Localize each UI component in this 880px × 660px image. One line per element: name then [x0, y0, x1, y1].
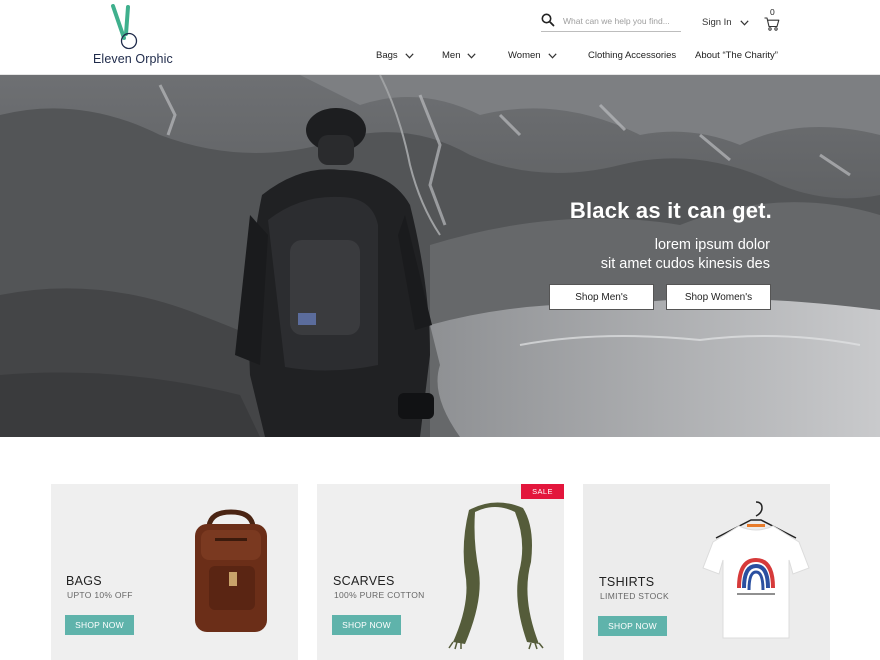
scarf-icon [448, 502, 544, 650]
cart-count-badge: 0 [770, 7, 775, 17]
nav-item-clothing-accessories[interactable]: Clothing Accessories [588, 50, 676, 61]
card-title: TSHIRTS [599, 575, 655, 589]
nav-item-label: About “The Charity” [695, 50, 778, 61]
card-subtitle: UPTO 10% OFF [67, 590, 133, 600]
site-header: Eleven Orphic Sign In 0 Bags Men [0, 0, 880, 75]
logo-mark-icon [111, 4, 138, 50]
hero-subtitle: lorem ipsum dolor sit amet cudos kinesis… [460, 236, 770, 274]
chevron-down-icon [467, 52, 477, 59]
hero-banner: Black as it can get. lorem ipsum dolor s… [0, 75, 880, 437]
cart-button[interactable]: 0 [763, 7, 783, 32]
nav-item-label: Men [442, 50, 461, 61]
card-subtitle: LIMITED STOCK [600, 591, 669, 601]
card-subtitle: 100% PURE COTTON [334, 590, 425, 600]
main-nav: Bags Men Women Clothing Accessories Abou… [0, 50, 880, 66]
sale-badge: SALE [521, 484, 564, 499]
tshirt-icon [702, 501, 810, 639]
search-icon[interactable] [541, 13, 555, 27]
nav-item-label: Women [508, 50, 541, 61]
nav-item-women[interactable]: Women [508, 50, 557, 61]
shop-mens-button[interactable]: Shop Men's [549, 284, 654, 310]
backpack-icon [195, 509, 267, 632]
hero-subtitle-line: lorem ipsum dolor [654, 237, 770, 253]
chevron-down-icon [547, 52, 557, 59]
nav-item-men[interactable]: Men [442, 50, 477, 61]
chevron-down-icon [405, 52, 414, 59]
shop-now-button[interactable]: SHOP NOW [332, 615, 401, 635]
signin-dropdown[interactable]: Sign In [702, 17, 749, 28]
chevron-down-icon [739, 19, 749, 26]
category-card-tshirts[interactable]: TSHIRTS LIMITED STOCK SHOP NOW [583, 484, 830, 660]
hero-title: Black as it can get. [569, 198, 772, 223]
search-input[interactable] [563, 13, 679, 29]
card-title: BAGS [66, 574, 102, 588]
nav-item-label: Bags [376, 50, 398, 61]
nav-item-about-charity[interactable]: About “The Charity” [695, 50, 778, 61]
shop-now-button[interactable]: SHOP NOW [598, 616, 667, 636]
signin-label: Sign In [702, 17, 732, 28]
category-card-scarves[interactable]: SALE SCARVES 100% PURE COTTON SHOP NOW [317, 484, 564, 660]
shop-womens-button[interactable]: Shop Women's [666, 284, 771, 310]
search-bar [541, 12, 681, 32]
nav-item-bags[interactable]: Bags [376, 50, 414, 61]
shop-now-button[interactable]: SHOP NOW [65, 615, 134, 635]
nav-item-label: Clothing Accessories [588, 50, 677, 61]
cart-icon [764, 17, 780, 31]
hero-subtitle-line: sit amet cudos kinesis des [600, 256, 770, 272]
category-card-bags[interactable]: BAGS UPTO 10% OFF SHOP NOW [51, 484, 298, 660]
card-title: SCARVES [333, 574, 395, 588]
